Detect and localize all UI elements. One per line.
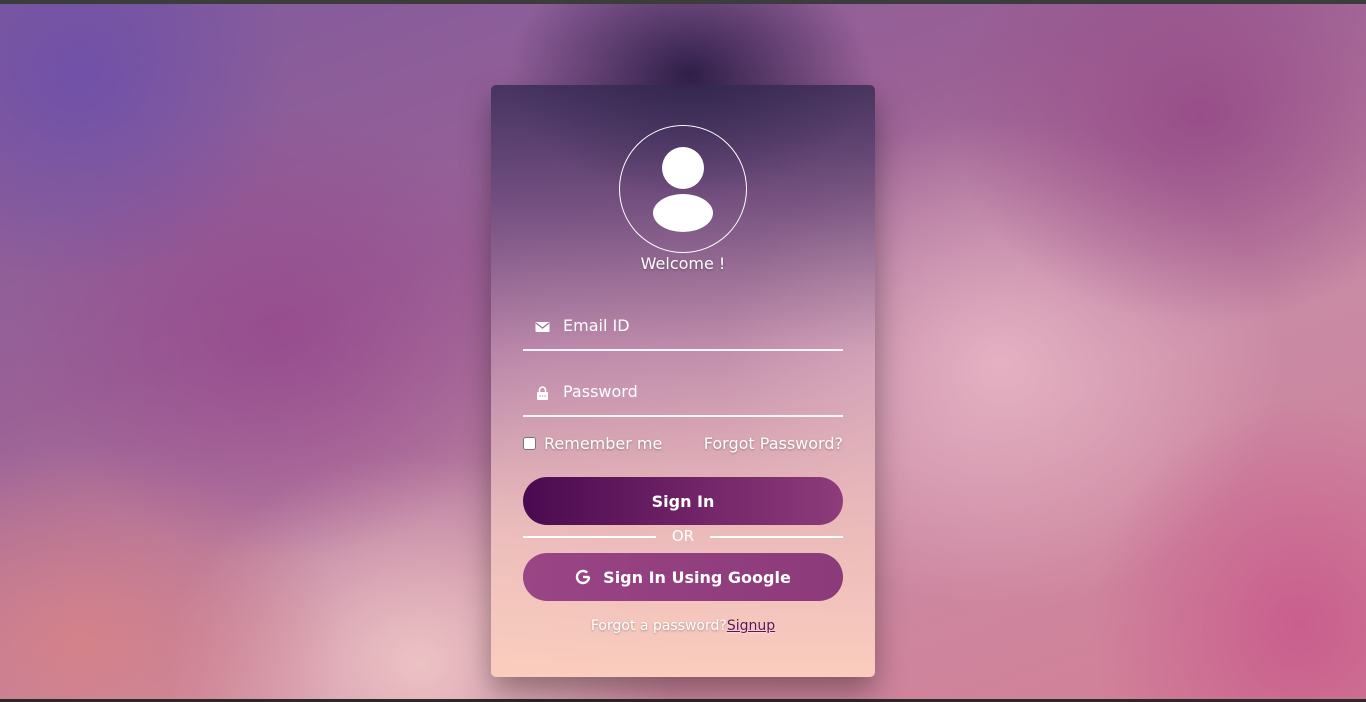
divider-line-right [710,536,843,538]
password-input[interactable] [561,377,835,405]
or-divider: OR [523,526,843,546]
user-avatar-icon [619,125,747,253]
google-signin-button[interactable]: Sign In Using Google [523,553,843,601]
remember-checkbox[interactable] [523,437,536,450]
lock-icon [537,386,548,400]
welcome-heading: Welcome ! [640,254,726,273]
password-field [523,371,843,417]
footer-text: Forgot a password? [590,618,727,634]
avatar-body [653,194,713,232]
envelope-icon [535,322,550,332]
login-card: Welcome ! Remember me Forgot Password? S… [491,85,875,677]
signin-button[interactable]: Sign In [523,477,843,525]
options-row: Remember me Forgot Password? [523,434,843,456]
forgot-password-link[interactable]: Forgot Password? [704,434,843,453]
signin-button-label: Sign In [651,491,715,511]
google-button-label: Sign In Using Google [603,567,791,587]
footer: Forgot a password?Signup [491,618,875,634]
email-field [523,305,843,351]
remember-label[interactable]: Remember me [544,434,662,453]
signup-link[interactable]: Signup [727,618,775,634]
email-input[interactable] [561,311,835,339]
google-icon [575,569,591,585]
avatar-head [662,147,704,189]
